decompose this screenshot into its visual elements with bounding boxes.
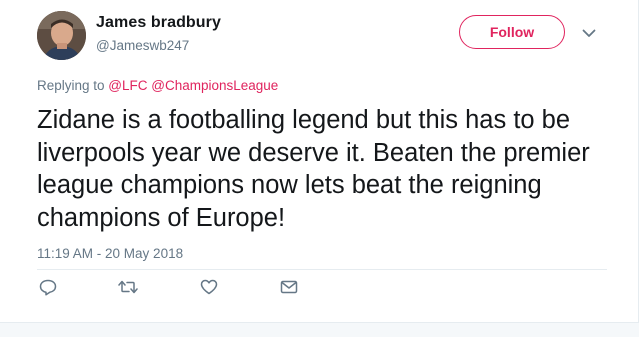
avatar-image (37, 11, 86, 60)
avatar[interactable] (37, 11, 86, 60)
tweet-text: Zidane is a footballing legend but this … (37, 106, 590, 232)
author-name[interactable]: James bradbury (96, 14, 221, 32)
replying-to-line: Replying to @LFC @ChampionsLeague (37, 78, 278, 93)
replying-to-label: Replying to (37, 78, 109, 93)
reply-button[interactable] (37, 276, 59, 298)
envelope-icon (280, 280, 298, 294)
mention-championsleague[interactable]: @ChampionsLeague (151, 78, 278, 93)
author-handle[interactable]: @Jameswb247 (96, 38, 189, 53)
more-options-button[interactable] (580, 26, 598, 40)
page-footer-strip (0, 322, 639, 337)
tweet-actions (0, 276, 639, 298)
tweet-timestamp[interactable]: 11:19 AM - 20 May 2018 (37, 246, 183, 261)
chevron-down-icon (582, 29, 596, 37)
follow-button[interactable]: Follow (459, 15, 565, 49)
retweet-icon (118, 280, 138, 294)
reply-icon (39, 279, 57, 296)
like-button[interactable] (198, 276, 220, 298)
mention-lfc[interactable]: @LFC (108, 78, 147, 93)
tweet-card: James bradbury @Jameswb247 Follow Replyi… (0, 0, 639, 337)
retweet-button[interactable] (117, 276, 139, 298)
heart-icon (200, 279, 218, 295)
direct-message-button[interactable] (278, 276, 300, 298)
divider (37, 269, 607, 270)
